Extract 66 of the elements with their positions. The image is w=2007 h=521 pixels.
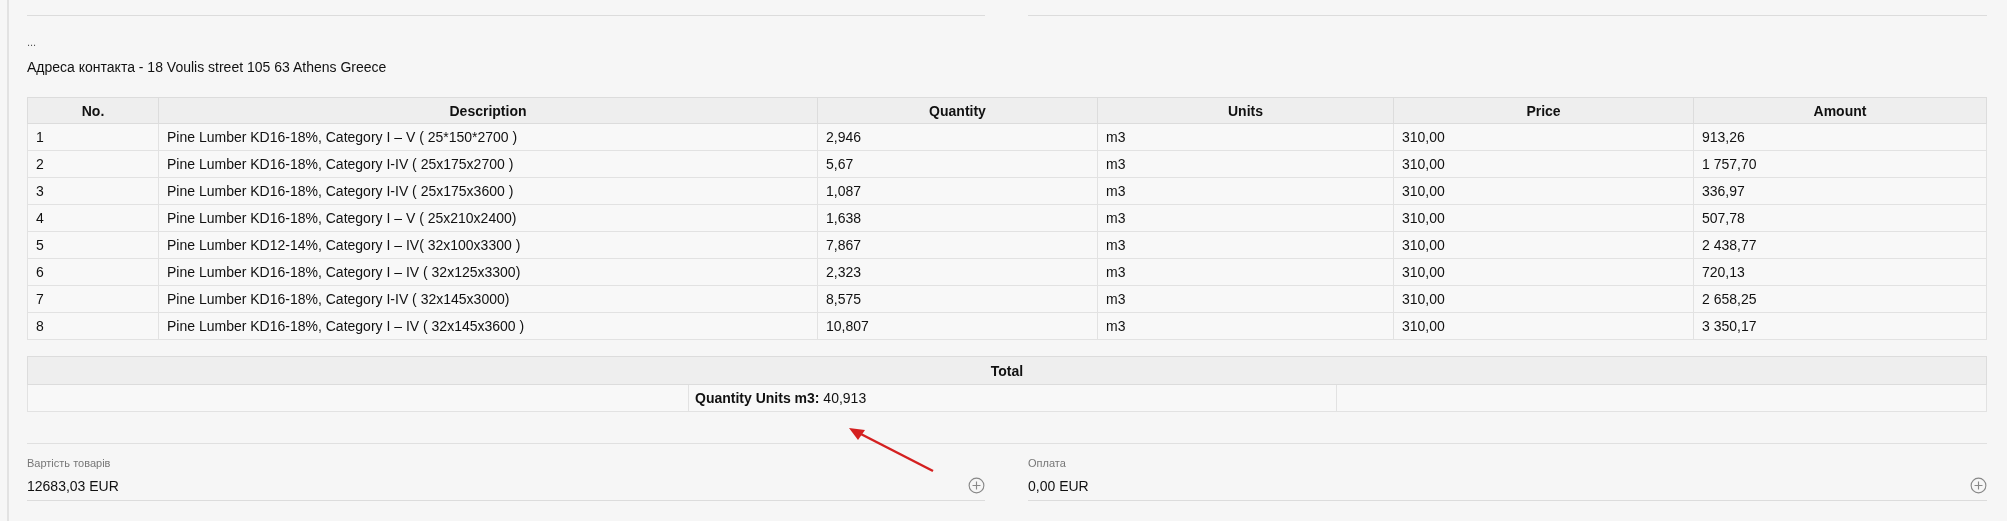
field-label: Оплата — [1028, 457, 1067, 469]
amount-field[interactable]: Оплата 0,00 EUR — [1028, 457, 1987, 501]
price-cell: 310,00 — [1393, 231, 1694, 259]
field-label: Вартість товарів — [27, 457, 112, 469]
description-cell: Pine Lumber KD16-18%, Category I – V ( 25x210x2400) — [158, 204, 818, 232]
total-header: Total — [27, 356, 1987, 385]
number-cell: 1 — [27, 123, 159, 151]
field-value: 12683,03 EUR — [27, 477, 119, 494]
number-cell: 6 — [27, 258, 159, 286]
number-cell: 3 — [27, 177, 159, 205]
add-icon[interactable] — [968, 477, 985, 494]
units-cell: m3 — [1097, 231, 1394, 259]
quantity-cell: 10,807 — [817, 312, 1098, 340]
amount-cell: 720,13 — [1693, 258, 1987, 286]
description-cell: Pine Lumber KD16-18%, Category I – IV ( 32x145x3600 ) — [158, 312, 818, 340]
amount-cell: 2 658,25 — [1693, 285, 1987, 313]
add-icon[interactable] — [1970, 477, 1987, 494]
total-quantity: Quantity Units m3: 40,913 — [688, 384, 1337, 412]
units-cell: m3 — [1097, 177, 1394, 205]
amount-field[interactable]: Вартість товарів 12683,03 EUR — [27, 457, 985, 501]
price-cell: 310,00 — [1393, 123, 1694, 151]
contact-address: Адреса контакта - 18 Voulis street 105 63 Athens Greece — [27, 59, 388, 75]
column-header: Amount — [1693, 97, 1987, 124]
description-cell: Pine Lumber KD12-14%, Category I – IV( 32x100x3300 ) — [158, 231, 818, 259]
number-cell: 8 — [27, 312, 159, 340]
price-cell: 310,00 — [1393, 150, 1694, 178]
units-cell: m3 — [1097, 123, 1394, 151]
amount-cell: 1 757,70 — [1693, 150, 1987, 178]
price-cell: 310,00 — [1393, 177, 1694, 205]
units-cell: m3 — [1097, 204, 1394, 232]
units-cell: m3 — [1097, 285, 1394, 313]
column-header: Quantity — [817, 97, 1098, 124]
column-header: Price — [1393, 97, 1694, 124]
amount-cell: 3 350,17 — [1693, 312, 1987, 340]
price-cell: 310,00 — [1393, 258, 1694, 286]
units-cell: m3 — [1097, 312, 1394, 340]
quantity-cell: 1,638 — [817, 204, 1098, 232]
amount-cell: 913,26 — [1693, 123, 1987, 151]
quantity-cell: 7,867 — [817, 231, 1098, 259]
units-cell: m3 — [1097, 258, 1394, 286]
quantity-cell: 5,67 — [817, 150, 1098, 178]
units-cell: m3 — [1097, 150, 1394, 178]
column-header: Description — [158, 97, 818, 124]
description-cell: Pine Lumber KD16-18%, Category I-IV ( 25x175x2700 ) — [158, 150, 818, 178]
description-cell: Pine Lumber KD16-18%, Category I-IV ( 25x175x3600 ) — [158, 177, 818, 205]
amount-cell: 2 438,77 — [1693, 231, 1987, 259]
quantity-cell: 2,946 — [817, 123, 1098, 151]
field-value: 0,00 EUR — [1028, 477, 1089, 494]
description-cell: Pine Lumber KD16-18%, Category I-IV ( 32x145x3000) — [158, 285, 818, 313]
number-cell: 2 — [27, 150, 159, 178]
price-cell: 310,00 — [1393, 285, 1694, 313]
column-header: No. — [27, 97, 159, 124]
ellipsis-text: ... — [27, 36, 38, 50]
price-cell: 310,00 — [1393, 204, 1694, 232]
number-cell: 4 — [27, 204, 159, 232]
amount-cell: 336,97 — [1693, 177, 1987, 205]
price-cell: 310,00 — [1393, 312, 1694, 340]
quantity-cell: 8,575 — [817, 285, 1098, 313]
amount-cell: 507,78 — [1693, 204, 1987, 232]
quantity-cell: 1,087 — [817, 177, 1098, 205]
column-header: Units — [1097, 97, 1394, 124]
number-cell: 7 — [27, 285, 159, 313]
quantity-cell: 2,323 — [817, 258, 1098, 286]
description-cell: Pine Lumber KD16-18%, Category I – IV ( 32x125x3300) — [158, 258, 818, 286]
description-cell: Pine Lumber KD16-18%, Category I – V ( 25*150*2700 ) — [158, 123, 818, 151]
number-cell: 5 — [27, 231, 159, 259]
